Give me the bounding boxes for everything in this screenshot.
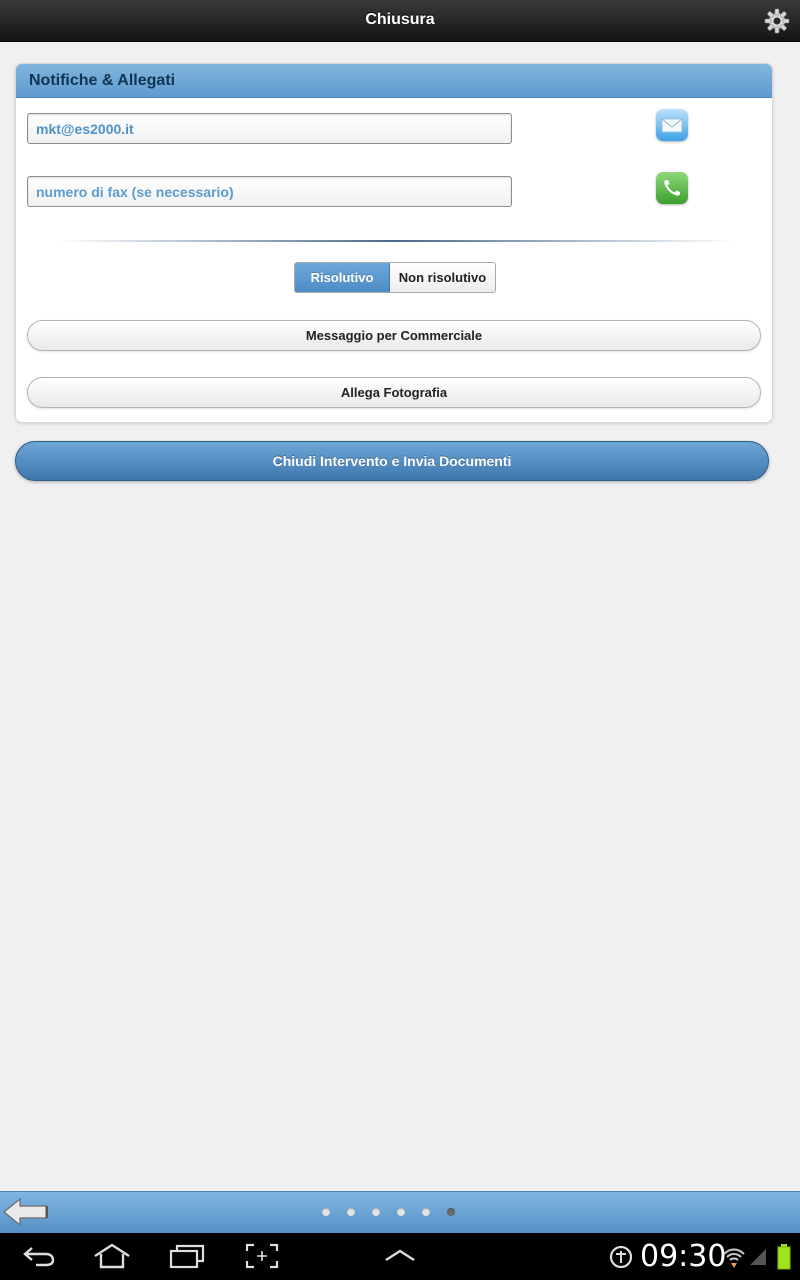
signal-icon	[750, 1249, 766, 1265]
message-sales-button[interactable]: Messaggio per Commerciale	[27, 320, 761, 351]
footer-bar	[0, 1191, 800, 1233]
email-field[interactable]	[27, 113, 512, 144]
wifi-icon	[723, 1248, 745, 1268]
notifications-panel: Notifiche & Allegati Risolutivo Non riso…	[15, 63, 773, 423]
close-and-send-button[interactable]: Chiudi Intervento e Invia Documenti	[15, 441, 769, 481]
page-dot[interactable]	[322, 1208, 330, 1216]
phone-icon[interactable]	[656, 172, 688, 204]
divider	[56, 240, 736, 242]
page-dot-current[interactable]	[447, 1208, 455, 1216]
page-dot[interactable]	[372, 1208, 380, 1216]
segment-non-risolutivo[interactable]: Non risolutivo	[390, 263, 495, 292]
fax-field[interactable]	[27, 176, 512, 207]
clock: 09:30	[640, 1239, 727, 1274]
screenshot-icon[interactable]	[244, 1243, 280, 1269]
page-title: Chiusura	[365, 11, 435, 28]
resolution-toggle: Risolutivo Non risolutivo	[294, 262, 496, 293]
page-dot[interactable]	[347, 1208, 355, 1216]
page-indicator	[322, 1208, 455, 1216]
back-icon[interactable]	[22, 1243, 56, 1269]
segment-risolutivo[interactable]: Risolutivo	[295, 263, 390, 292]
attach-photo-button[interactable]: Allega Fotografia	[27, 377, 761, 408]
app-header: Chiusura	[0, 0, 800, 42]
system-nav-bar: 09:30	[0, 1233, 800, 1280]
back-arrow-icon[interactable]	[2, 1195, 50, 1229]
mail-icon[interactable]	[656, 109, 688, 141]
chevron-up-icon[interactable]	[383, 1243, 417, 1269]
page-dot[interactable]	[422, 1208, 430, 1216]
battery-icon	[777, 1244, 791, 1270]
panel-title: Notifiche & Allegati	[16, 64, 772, 98]
home-icon[interactable]	[92, 1243, 132, 1269]
gear-icon[interactable]	[764, 8, 790, 34]
page-dot[interactable]	[397, 1208, 405, 1216]
accessibility-icon	[609, 1245, 633, 1269]
recent-apps-icon[interactable]	[168, 1243, 206, 1269]
